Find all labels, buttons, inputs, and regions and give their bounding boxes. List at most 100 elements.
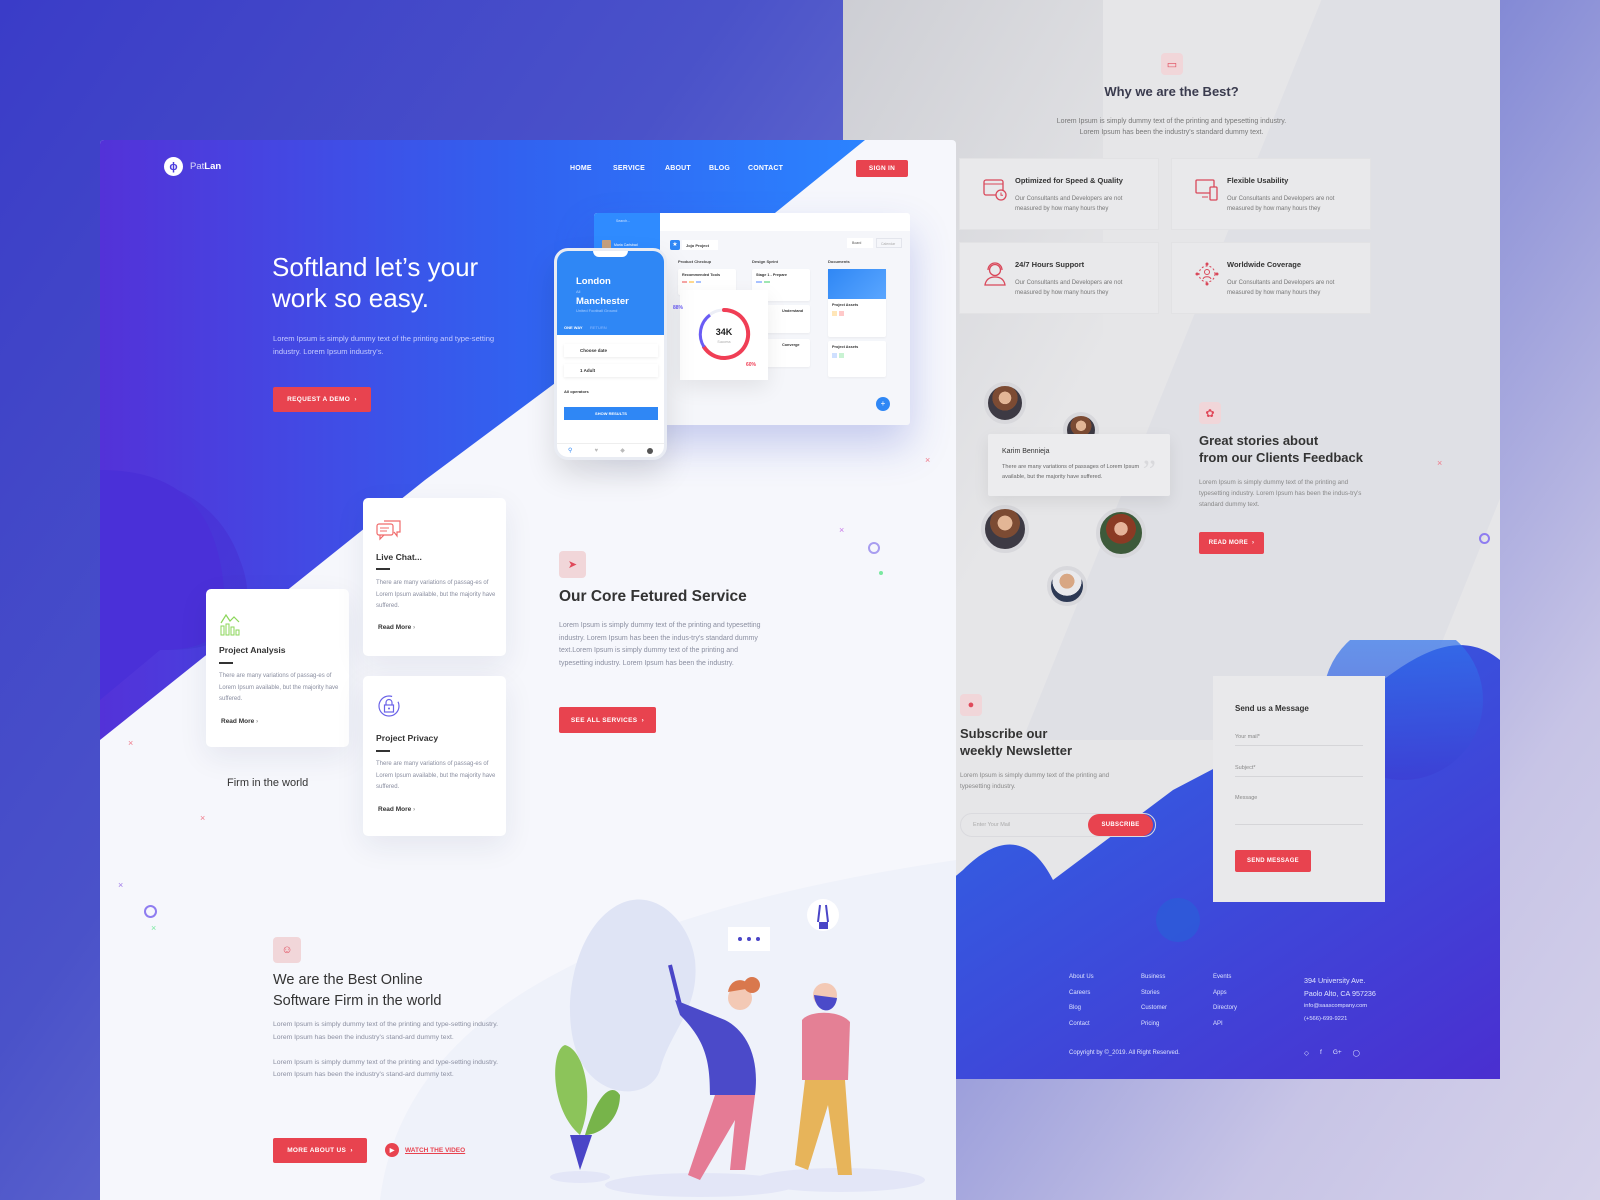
why-subtitle: Lorem Ipsum is simply dummy text of the … — [1056, 118, 1287, 136]
stories-title: Great stories about from our Clients Feed… — [1199, 433, 1363, 465]
footer-col-2: Business Stories Customer Pricing — [1141, 974, 1167, 1036]
request-demo-button[interactable]: REQUEST A DEMO › — [273, 387, 371, 412]
contact-title: Send us a Message — [1235, 704, 1309, 713]
service-card-project-privacy: Project Privacy There are many variation… — [363, 676, 506, 836]
read-more-button[interactable]: READ MORE › — [1199, 532, 1264, 554]
footer-email[interactable]: info@saascompany.com — [1304, 1003, 1367, 1009]
feature-card: 24/7 Hours Support Our Consultants and D… — [959, 242, 1159, 314]
sign-in-button[interactable]: SIGN IN — [856, 160, 908, 177]
floating-tagline: Firm in the world — [227, 777, 309, 789]
hero-title: Softland let’s your work so easy. — [272, 252, 479, 313]
feature-text: Our Consultants and Developers are not m… — [1227, 280, 1335, 296]
footer-link[interactable]: Pricing — [1141, 1021, 1167, 1037]
decor-cross-icon: × — [1437, 458, 1443, 468]
rocket-icon: ➤ — [559, 551, 586, 578]
message-field[interactable]: Message — [1235, 795, 1363, 825]
core-service-text: Lorem Ipsum is simply dummy text of the … — [559, 622, 761, 667]
newsletter-title: Subscribe our weekly Newsletter — [960, 726, 1073, 758]
footer-address: 394 University Ave. Paolo Alto, CA 957236 — [1304, 976, 1376, 998]
about-text: Lorem Ipsum is simply dummy text of the … — [273, 1021, 499, 1079]
nav-blog[interactable]: BLOG — [709, 165, 730, 172]
decor-cross-icon: × — [128, 738, 134, 748]
service-text: There are many variations of passag-es o… — [376, 580, 496, 609]
feature-title: Worldwide Coverage — [1227, 260, 1302, 269]
subscribe-button[interactable]: SUBSCRIBE — [1088, 814, 1153, 836]
quote-icon: ” — [1142, 454, 1156, 487]
feature-card: Worldwide Coverage Our Consultants and D… — [1171, 242, 1371, 314]
about-title: We are the Best Online Software Firm in t… — [273, 972, 442, 1009]
service-card-project-analysis: Project Analysis There are many variatio… — [206, 589, 349, 747]
footer-col-3: Events Apps Directory API — [1213, 974, 1237, 1036]
network-icon — [1195, 262, 1219, 286]
feature-title: 24/7 Hours Support — [1015, 260, 1085, 269]
decor-circle-icon — [868, 542, 880, 554]
client-avatar[interactable] — [1096, 508, 1146, 558]
read-more-link[interactable]: Read More › — [378, 806, 415, 813]
feature-text: Our Consultants and Developers are not m… — [1015, 280, 1123, 296]
cursor-icon: ▭ — [1161, 53, 1183, 75]
instagram-icon[interactable]: ◯ — [1353, 1049, 1360, 1057]
read-more-link[interactable]: Read More › — [221, 718, 258, 725]
social-links: ◇ f G+ ◯ — [1304, 1049, 1360, 1057]
twitter-icon[interactable]: ◇ — [1304, 1049, 1309, 1057]
footer-phone: (+566)-699-9221 — [1304, 1016, 1348, 1022]
footer-link[interactable]: About Us — [1069, 974, 1094, 990]
nav-home[interactable]: HOME — [570, 165, 592, 172]
decor-cross-icon: × — [839, 525, 845, 535]
project-selector: Jojo Project — [682, 240, 718, 250]
client-avatar[interactable] — [1047, 566, 1087, 606]
read-more-link[interactable]: Read More › — [378, 624, 415, 631]
footer-link[interactable]: Apps — [1213, 990, 1237, 1006]
footer-link[interactable]: Business — [1141, 974, 1167, 990]
play-icon: ▶ — [385, 1143, 399, 1157]
service-title: Live Chat... — [376, 552, 422, 562]
footer-link[interactable]: Contact — [1069, 1021, 1094, 1037]
landing-page: ɸ PatLan HOME SERVICE ABOUT BLOG CONTACT… — [100, 140, 956, 1200]
testimonial-name: Karim Bennieja — [1002, 448, 1050, 455]
decor-circle-icon — [144, 905, 157, 918]
more-about-us-button[interactable]: MORE ABOUT US › — [273, 1138, 367, 1163]
chat-icon — [376, 520, 401, 541]
lock-icon — [378, 695, 400, 717]
brand-logo[interactable]: ɸ PatLan — [164, 157, 221, 176]
facebook-icon[interactable]: f — [1320, 1049, 1322, 1057]
footer-link[interactable]: Careers — [1069, 990, 1094, 1006]
core-service-title: Our Core Fetured Service — [559, 588, 747, 605]
donut-right-percent: 60% — [746, 362, 757, 368]
stories-text: Lorem Ipsum is simply dummy text of the … — [1199, 479, 1362, 508]
google-plus-icon[interactable]: G+ — [1333, 1049, 1342, 1057]
testimonial-text: There are many variations of passages of… — [1002, 464, 1140, 480]
send-message-button[interactable]: SEND MESSAGE — [1235, 850, 1311, 872]
nav-service[interactable]: SERVICE — [613, 165, 645, 172]
microphone-icon: ● — [960, 694, 982, 716]
service-text: There are many variations of passag-es o… — [219, 673, 339, 702]
client-avatar[interactable] — [984, 382, 1026, 424]
watch-video-link[interactable]: ▶ WATCH THE VIDEO — [385, 1143, 465, 1157]
donut-left-percent: 88% — [673, 305, 684, 311]
decor-dot-icon — [879, 571, 883, 575]
mail-field[interactable]: Your mail* — [1235, 734, 1363, 746]
nav-about[interactable]: ABOUT — [665, 165, 691, 172]
decor-cross-icon: × — [200, 813, 206, 823]
hero-text: Lorem Ipsum is simply dummy text of the … — [273, 334, 495, 356]
footer-link[interactable]: Directory — [1213, 1005, 1237, 1021]
user-icon: ☺ — [273, 937, 301, 963]
team-illustration — [550, 899, 925, 1197]
decor-circle-icon — [1479, 533, 1490, 544]
footer-link[interactable]: API — [1213, 1021, 1237, 1037]
subject-field[interactable]: Subject* — [1235, 765, 1363, 777]
footer-link[interactable]: Customer — [1141, 1005, 1167, 1021]
devices-icon — [1195, 179, 1218, 201]
footer-link[interactable]: Stories — [1141, 990, 1167, 1006]
footer-link[interactable]: Blog — [1069, 1005, 1094, 1021]
decor-cross-icon: × — [118, 880, 124, 890]
browser-clock-icon — [983, 179, 1007, 201]
contact-form: Send us a Message Your mail* Subject* Me… — [1213, 676, 1385, 902]
nav-contact[interactable]: CONTACT — [748, 165, 783, 172]
client-avatar[interactable] — [981, 505, 1029, 553]
feature-card: Optimized for Speed & Quality Our Consul… — [959, 158, 1159, 230]
footer-link[interactable]: Events — [1213, 974, 1237, 990]
see-all-services-button[interactable]: SEE ALL SERVICES › — [559, 707, 656, 733]
testimonial-card: Karim Bennieja There are many variations… — [988, 434, 1170, 496]
newsletter-placeholder: Enter Your Mail — [973, 822, 1011, 828]
